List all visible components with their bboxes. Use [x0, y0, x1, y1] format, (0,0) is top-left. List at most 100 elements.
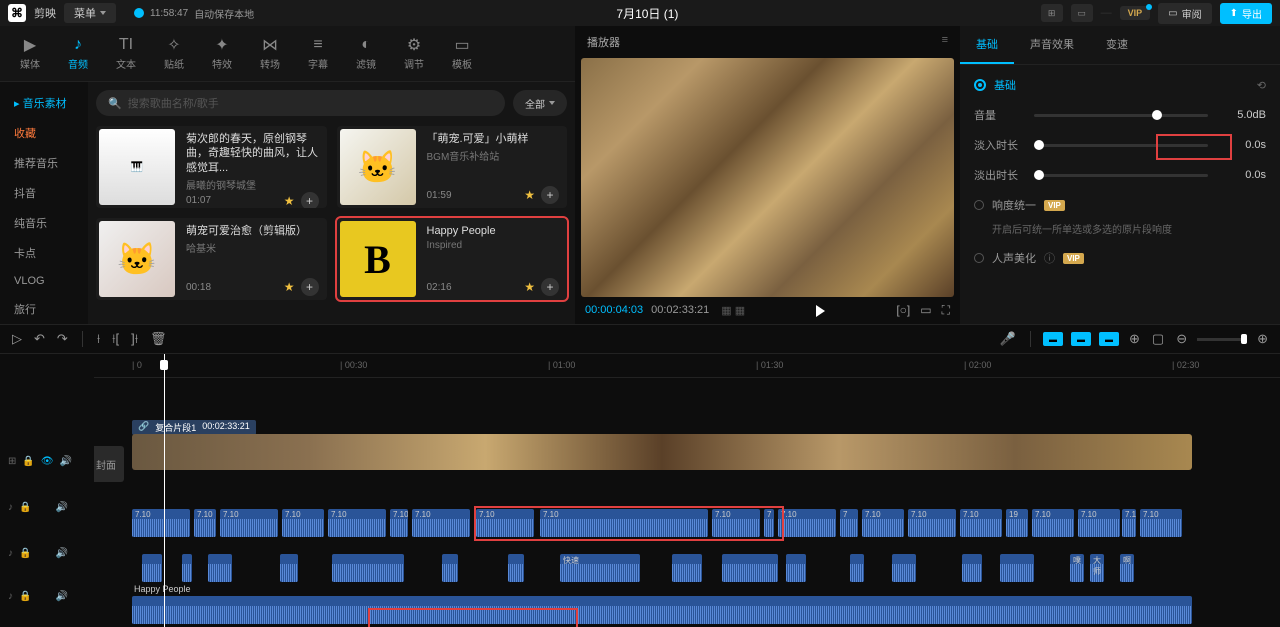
crop-icon[interactable]: ▭ [920, 303, 931, 318]
track-sound-icon[interactable]: 🔊 [55, 502, 67, 513]
cursor-tool[interactable]: ▷ [10, 329, 24, 349]
audio-clip[interactable] [508, 554, 524, 582]
audio-card[interactable]: 🐱 萌宠可爱治愈（剪辑版） 哈基米 00:18 ★ + [96, 218, 327, 300]
audio-clip[interactable]: 7.10 [862, 509, 904, 537]
audio-clip[interactable]: 7.10 [132, 509, 190, 537]
audio-clip[interactable]: 7.10 [960, 509, 1002, 537]
video-preview[interactable] [581, 58, 954, 297]
filter-button[interactable]: 全部 [513, 90, 567, 116]
sidebar-item-卡点[interactable]: 卡点 [0, 238, 88, 268]
audio-clip[interactable]: 7.10 [778, 509, 836, 537]
track-lock-icon[interactable]: 🔒 [19, 591, 31, 602]
tool-tab-字幕[interactable]: ≡字幕 [296, 32, 340, 75]
audio-clip[interactable]: 7.10 [220, 509, 278, 537]
audio-clip[interactable]: 7.10 [1032, 509, 1074, 537]
audio-clip[interactable]: 7.10 [282, 509, 324, 537]
audio-clip[interactable] [722, 554, 778, 582]
preview-menu-icon[interactable]: ≡ [942, 34, 948, 50]
tool-tab-模板[interactable]: ▭模板 [440, 32, 484, 75]
tool-tab-特效[interactable]: ✦特效 [200, 32, 244, 75]
vocal-toggle[interactable]: 人声美化 ⓘ VIP [974, 250, 1266, 266]
magnet-icon[interactable]: ▢ [1150, 329, 1166, 349]
add-icon[interactable]: + [541, 278, 559, 296]
audio-clip[interactable] [892, 554, 916, 582]
track-lock-icon[interactable]: 🔒 [19, 548, 31, 559]
audio-clip[interactable] [142, 554, 162, 582]
audio-clip[interactable] [786, 554, 806, 582]
export-button[interactable]: ⬆ 导出 [1220, 3, 1272, 24]
music-clip[interactable] [132, 596, 1192, 624]
columns-icon[interactable]: ▦ ▦ [721, 304, 745, 317]
audio-card[interactable]: B Happy People Inspired 02:16 ★ + [337, 218, 568, 300]
redo-button[interactable]: ↷ [55, 329, 70, 349]
audio-clip[interactable] [672, 554, 702, 582]
zoom-out-icon[interactable]: ⊖ [1174, 329, 1189, 349]
sidebar-item-纯音乐[interactable]: 纯音乐 [0, 208, 88, 238]
video-clip[interactable] [132, 434, 1192, 470]
vip-button[interactable]: VIP [1120, 6, 1151, 20]
audio-clip[interactable]: 19 [1006, 509, 1028, 537]
sidebar-item-收藏[interactable]: 收藏 [0, 118, 88, 148]
mode-1-icon[interactable]: ▬ [1043, 332, 1063, 346]
audio-clip[interactable] [182, 554, 192, 582]
audio-card[interactable]: 🐱 「萌宠.可爱」小萌样 BGM音乐补给站 01:59 ★ + [337, 126, 568, 208]
audio-clip[interactable]: 7.10 [1078, 509, 1120, 537]
fadein-slider[interactable] [1034, 144, 1208, 147]
star-icon[interactable]: ★ [284, 194, 295, 208]
fadeout-slider[interactable] [1034, 174, 1208, 177]
layout-icon[interactable]: ⊞ [1041, 4, 1063, 22]
star-icon[interactable]: ★ [284, 280, 295, 294]
audio-clip[interactable] [850, 554, 864, 582]
audio-clip[interactable]: 噗 [1070, 554, 1084, 582]
star-icon[interactable]: ★ [524, 280, 535, 294]
display-icon[interactable]: ▭ [1071, 4, 1093, 22]
tool-tab-媒体[interactable]: ▶媒体 [8, 32, 52, 75]
audio-clip[interactable]: 啊 [1120, 554, 1134, 582]
tool-tab-滤镜[interactable]: ◐滤镜 [344, 32, 388, 75]
audio-clip[interactable]: 7.10 [194, 509, 216, 537]
audio-card[interactable]: 🎹 菊次郎的春天，原创钢琴曲，奇趣轻快的曲风，让人感觉耳... 晨曦的钢琴城堡 … [96, 126, 327, 208]
basic-section-toggle[interactable]: 基础 ⟲ [974, 77, 1266, 93]
audio-clip[interactable]: 7.1 [1122, 509, 1136, 537]
tool-tab-文本[interactable]: TI文本 [104, 32, 148, 75]
audio-clip[interactable]: 大师 [1090, 554, 1104, 582]
cover-button[interactable]: 封面 [94, 446, 124, 482]
audio-clip[interactable] [962, 554, 982, 582]
track-note-icon[interactable]: ♪ [8, 548, 13, 559]
fullscreen-icon[interactable]: ⛶ [942, 303, 950, 318]
audio-clip[interactable]: 7.10 [390, 509, 408, 537]
audio-clip[interactable] [1000, 554, 1034, 582]
track-note-icon[interactable]: ♪ [8, 502, 13, 513]
loudness-toggle[interactable]: 响度统一 VIP [974, 197, 1266, 213]
track-sound-icon[interactable]: 🔊 [55, 591, 67, 602]
audio-clip[interactable] [280, 554, 298, 582]
play-button[interactable] [816, 305, 825, 317]
tool-tab-转场[interactable]: ⋈转场 [248, 32, 292, 75]
sidebar-item-抖音[interactable]: 抖音 [0, 178, 88, 208]
audio-clip[interactable]: 7.10 [1140, 509, 1182, 537]
props-tab-声音效果[interactable]: 声音效果 [1014, 26, 1090, 64]
audio-clip[interactable]: 7 [840, 509, 858, 537]
tool-tab-贴纸[interactable]: ✧贴纸 [152, 32, 196, 75]
zoom-in-icon[interactable]: ⊕ [1255, 329, 1270, 349]
audio-clip[interactable]: 7.10 [412, 509, 470, 537]
sidebar-item-旅行[interactable]: 旅行 [0, 294, 88, 324]
audio-clip[interactable]: 7.10 [908, 509, 956, 537]
mic-icon[interactable]: 🎤 [998, 329, 1018, 349]
track-sound-icon[interactable]: 🔊 [60, 456, 72, 467]
menu-button[interactable]: 菜单 [64, 3, 116, 23]
track-lock-icon[interactable]: 🔒 [22, 456, 34, 467]
add-icon[interactable]: + [301, 192, 319, 208]
review-button[interactable]: ▭ 审阅 [1158, 3, 1211, 24]
track-eye-icon[interactable]: 👁 [41, 456, 54, 467]
mode-3-icon[interactable]: ▬ [1099, 332, 1119, 346]
tool-tab-调节[interactable]: ⚙调节 [392, 32, 436, 75]
add-icon[interactable]: + [301, 278, 319, 296]
adjust-icon[interactable]: ⊕ [1127, 329, 1142, 349]
split-right-tool[interactable]: ]⟊ [129, 329, 140, 349]
star-icon[interactable]: ★ [524, 188, 535, 202]
ratio-icon[interactable]: [○] [896, 303, 910, 318]
delete-tool[interactable]: 🗑 [148, 329, 169, 349]
sidebar-item-音乐素材[interactable]: ▸ 音乐素材 [0, 88, 88, 118]
tool-tab-音频[interactable]: ♪音频 [56, 32, 100, 75]
